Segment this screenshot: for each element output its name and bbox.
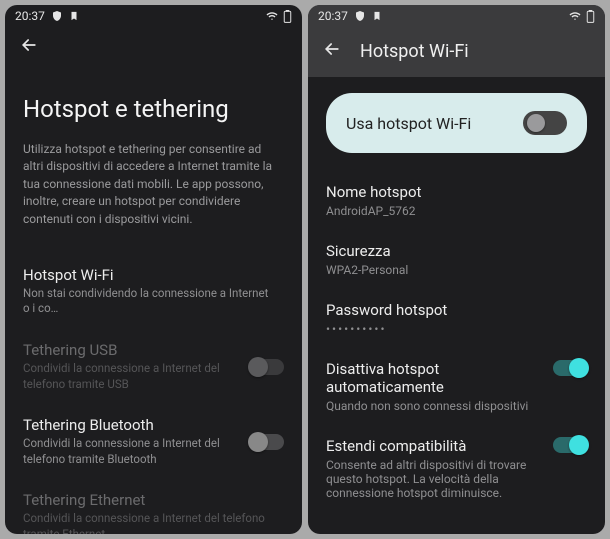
setting-title: Tethering Bluetooth xyxy=(23,416,240,434)
setting-hotspot-wifi[interactable]: Hotspot Wi-Fi Non stai condividendo la c… xyxy=(23,254,284,329)
content-left: Hotspot e tethering Utilizza hotspot e t… xyxy=(5,65,302,534)
status-time: 20:37 xyxy=(318,9,348,23)
phone-right: 20:37 Hotspot Wi-Fi Usa hotspot Wi-Fi xyxy=(308,5,605,534)
row-title: Password hotspot xyxy=(326,301,587,319)
row-sub: Quando non sono connessi dispositivi xyxy=(326,399,543,413)
row-sub: AndroidAP_5762 xyxy=(326,204,587,218)
setting-subtitle: Non stai condividendo la connessione a I… xyxy=(23,286,274,317)
row-security[interactable]: Sicurezza WPA2-Personal xyxy=(326,232,587,291)
status-time: 20:37 xyxy=(15,9,45,23)
battery-icon xyxy=(586,10,595,23)
back-icon[interactable] xyxy=(19,35,39,59)
page-title: Hotspot e tethering xyxy=(23,95,284,123)
row-title: Sicurezza xyxy=(326,242,587,260)
toggle-extend-compat[interactable] xyxy=(553,437,587,453)
setting-title: Tethering USB xyxy=(23,341,240,359)
bookmark-icon xyxy=(69,10,79,22)
setting-subtitle: Condividi la connessione a Internet del … xyxy=(23,361,240,392)
toggle-auto-off[interactable] xyxy=(553,360,587,376)
setting-tethering-usb: Tethering USB Condividi la connessione a… xyxy=(23,329,284,404)
shield-icon xyxy=(354,10,366,22)
row-extend-compat[interactable]: Estendi compatibilità Consente ad altri … xyxy=(326,427,587,514)
toggle-master[interactable] xyxy=(523,111,567,135)
row-sub: •••••••••• xyxy=(326,322,587,336)
row-sub: Consente ad altri dispositivi di trovare… xyxy=(326,458,543,500)
app-bar xyxy=(5,25,302,65)
back-icon[interactable] xyxy=(322,39,342,63)
hotspot-master-card[interactable]: Usa hotspot Wi-Fi xyxy=(326,93,587,153)
setting-title: Hotspot Wi-Fi xyxy=(23,266,274,284)
setting-tethering-ethernet: Tethering Ethernet Condividi la connessi… xyxy=(23,479,284,534)
row-title: Estendi compatibilità xyxy=(326,437,543,455)
battery-icon xyxy=(283,10,292,23)
shield-icon xyxy=(51,10,63,22)
row-password[interactable]: Password hotspot •••••••••• xyxy=(326,291,587,350)
phone-left: 20:37 Hotspot e tethering Utilizza hotsp… xyxy=(5,5,302,534)
wifi-icon xyxy=(568,10,582,22)
setting-subtitle: Condividi la connessione a Internet del … xyxy=(23,511,274,534)
setting-tethering-bluetooth[interactable]: Tethering Bluetooth Condividi la conness… xyxy=(23,404,284,479)
bookmark-icon xyxy=(372,10,382,22)
wifi-icon xyxy=(265,10,279,22)
content-right: Usa hotspot Wi-Fi Nome hotspot AndroidAP… xyxy=(308,77,605,534)
page-description: Utilizza hotspot e tethering per consent… xyxy=(23,141,284,228)
status-bar: 20:37 xyxy=(308,5,605,25)
setting-subtitle: Condividi la connessione a Internet del … xyxy=(23,436,240,467)
row-hotspot-name[interactable]: Nome hotspot AndroidAP_5762 xyxy=(326,173,587,232)
row-auto-off[interactable]: Disattiva hotspot automaticamente Quando… xyxy=(326,350,587,427)
setting-title: Tethering Ethernet xyxy=(23,491,274,509)
card-title: Usa hotspot Wi-Fi xyxy=(346,114,523,133)
row-title: Nome hotspot xyxy=(326,183,587,201)
status-bar: 20:37 xyxy=(5,5,302,25)
toggle-usb xyxy=(250,359,284,375)
row-sub: WPA2-Personal xyxy=(326,263,587,277)
app-bar-title: Hotspot Wi-Fi xyxy=(360,41,469,62)
app-bar: Hotspot Wi-Fi xyxy=(308,25,605,77)
row-title: Disattiva hotspot automaticamente xyxy=(326,360,543,396)
toggle-bluetooth[interactable] xyxy=(250,434,284,450)
